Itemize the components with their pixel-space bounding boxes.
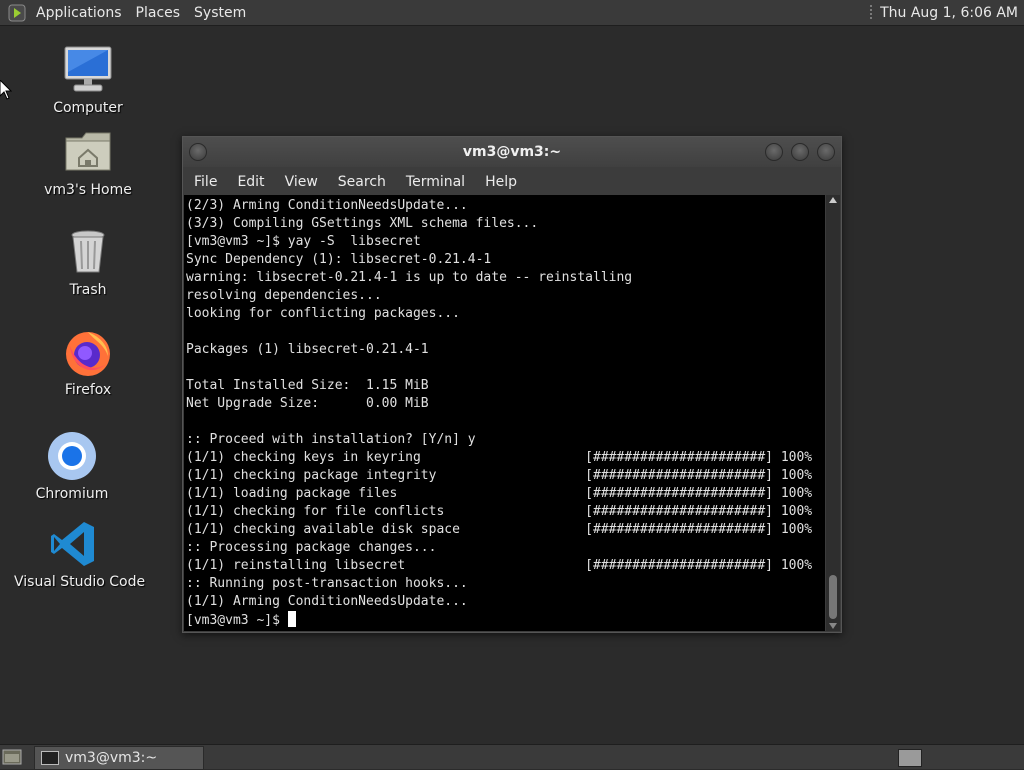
- menu-help[interactable]: Help: [485, 174, 517, 190]
- terminal-menubar: File Edit View Search Terminal Help: [183, 169, 841, 195]
- menu-file[interactable]: File: [194, 174, 217, 190]
- places-menu[interactable]: Places: [136, 5, 181, 21]
- terminal-line: Net Upgrade Size: 0.00 MiB: [186, 396, 429, 411]
- terminal-line: (1/1) loading package files [###########…: [186, 486, 813, 501]
- terminal-line: (2/3) Arming ConditionNeedsUpdate...: [186, 198, 468, 213]
- terminal-line: :: Proceed with installation? [Y/n] y: [186, 432, 476, 447]
- desktop-icon-firefox[interactable]: Firefox: [28, 326, 148, 398]
- desktop-icon-home[interactable]: vm3's Home: [28, 126, 148, 198]
- terminal-line: (1/1) checking package integrity [######…: [186, 468, 813, 483]
- firefox-icon: [62, 326, 114, 378]
- window-title: vm3@vm3:~: [462, 144, 562, 160]
- terminal-line: (3/3) Compiling GSettings XML schema fil…: [186, 216, 539, 231]
- terminal-icon: [41, 751, 59, 765]
- computer-icon: [62, 44, 114, 96]
- clock[interactable]: Thu Aug 1, 6:06 AM: [880, 5, 1018, 21]
- taskbar-window-title: vm3@vm3:~: [65, 750, 158, 766]
- desktop-icon-label: Chromium: [35, 486, 109, 502]
- trash-icon: [62, 226, 114, 278]
- menu-search[interactable]: Search: [338, 174, 386, 190]
- terminal-prompt-line[interactable]: [vm3@vm3 ~]$: [186, 611, 825, 629]
- workspace-switcher[interactable]: [898, 749, 922, 767]
- home-folder-icon: [62, 126, 114, 178]
- text-cursor: [287, 611, 296, 627]
- terminal-line: :: Processing package changes...: [186, 540, 437, 555]
- terminal-line: (1/1) checking available disk space [###…: [186, 522, 813, 537]
- main-menu-icon[interactable]: [6, 2, 28, 24]
- terminal-window[interactable]: vm3@vm3:~ File Edit View Search Terminal…: [182, 136, 842, 633]
- terminal-scrollbar[interactable]: [826, 195, 840, 631]
- scroll-down-arrow-icon[interactable]: [829, 623, 837, 629]
- bottom-panel: vm3@vm3:~: [0, 744, 1024, 770]
- show-desktop-icon[interactable]: [2, 749, 22, 765]
- terminal-line: looking for conflicting packages...: [186, 306, 460, 321]
- desktop-icon-vscode[interactable]: Visual Studio Code: [14, 518, 146, 590]
- terminal-prompt: [vm3@vm3 ~]$: [186, 613, 288, 628]
- minimize-button[interactable]: [765, 143, 783, 161]
- desktop-icon-label: vm3's Home: [44, 182, 132, 198]
- desktop-icon-label: Trash: [69, 282, 107, 298]
- terminal-line: (1/1) checking for file conflicts [#####…: [186, 504, 813, 519]
- system-menu[interactable]: System: [194, 5, 246, 21]
- chromium-icon: [46, 430, 98, 482]
- terminal-output[interactable]: (2/3) Arming ConditionNeedsUpdate... (3/…: [184, 195, 825, 631]
- close-button[interactable]: [817, 143, 835, 161]
- top-panel: Applications Places System Thu Aug 1, 6:…: [0, 0, 1024, 26]
- terminal-line: resolving dependencies...: [186, 288, 382, 303]
- terminal-line: (1/1) checking keys in keyring [########…: [186, 450, 813, 465]
- desktop-icon-chromium[interactable]: Chromium: [12, 430, 132, 502]
- desktop-icon-label: Firefox: [64, 382, 112, 398]
- terminal-line: warning: libsecret-0.21.4-1 is up to dat…: [186, 270, 633, 285]
- desktop-icon-label: Computer: [53, 100, 123, 116]
- terminal-line: (1/1) Arming ConditionNeedsUpdate...: [186, 594, 468, 609]
- terminal-line: (1/1) reinstalling libsecret [##########…: [186, 558, 813, 573]
- maximize-button[interactable]: [791, 143, 809, 161]
- menu-view[interactable]: View: [285, 174, 318, 190]
- terminal-line: Total Installed Size: 1.15 MiB: [186, 378, 429, 393]
- scroll-up-arrow-icon[interactable]: [829, 197, 837, 203]
- desktop-icon-label: Visual Studio Code: [14, 574, 146, 590]
- terminal-line: Packages (1) libsecret-0.21.4-1: [186, 342, 429, 357]
- scrollbar-thumb[interactable]: [829, 575, 837, 619]
- panel-separator: [870, 4, 873, 21]
- menu-terminal[interactable]: Terminal: [406, 174, 465, 190]
- vscode-icon: [48, 518, 100, 570]
- terminal-line: :: Running post-transaction hooks...: [186, 576, 468, 591]
- mouse-pointer-icon: [0, 80, 12, 100]
- desktop-icon-trash[interactable]: Trash: [28, 226, 148, 298]
- terminal-line: Sync Dependency (1): libsecret-0.21.4-1: [186, 252, 492, 267]
- menu-edit[interactable]: Edit: [237, 174, 264, 190]
- terminal-line: [vm3@vm3 ~]$ yay -S libsecret: [186, 234, 421, 249]
- window-titlebar[interactable]: vm3@vm3:~: [183, 137, 841, 167]
- desktop-icon-computer[interactable]: Computer: [28, 44, 148, 116]
- applications-menu[interactable]: Applications: [36, 5, 122, 21]
- taskbar-terminal-button[interactable]: vm3@vm3:~: [34, 746, 204, 770]
